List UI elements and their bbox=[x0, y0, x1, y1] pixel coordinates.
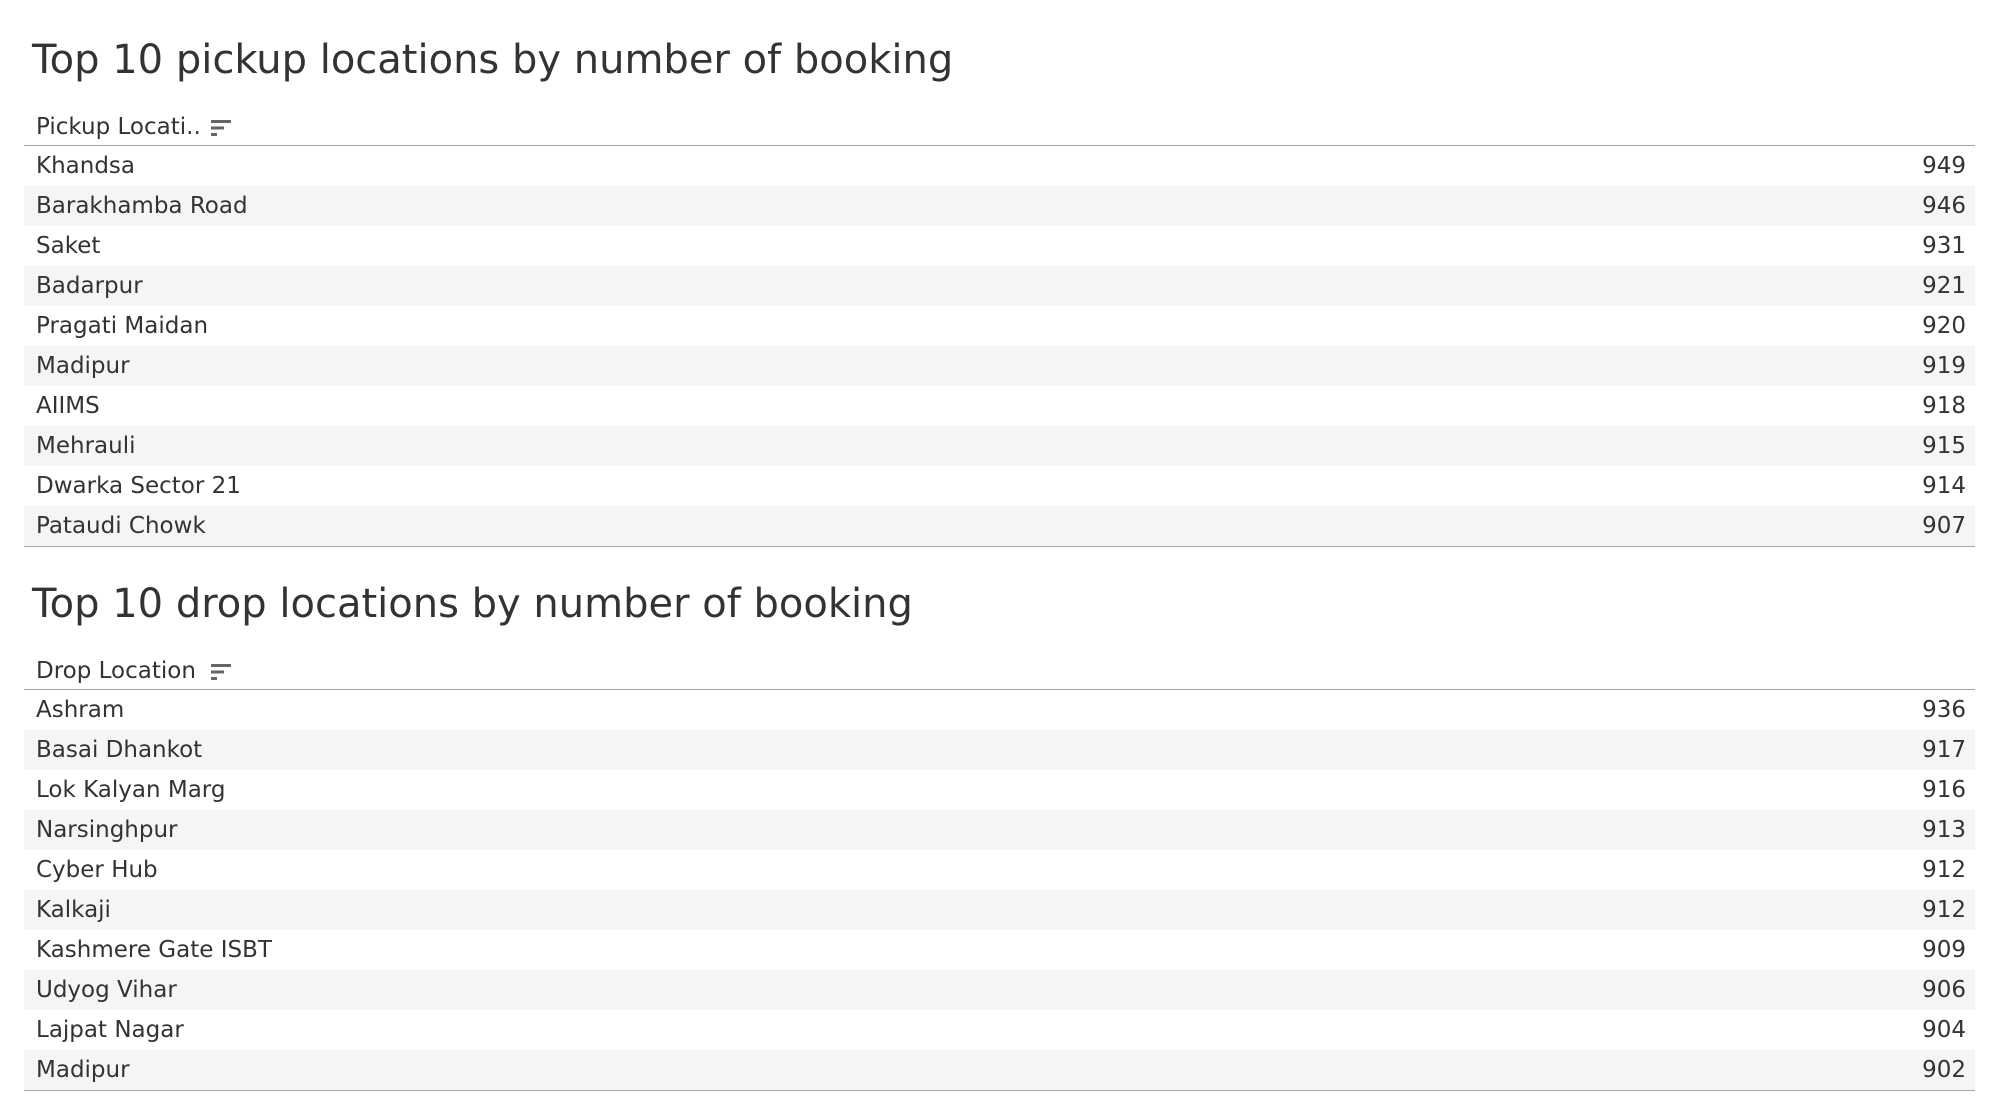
column-header: Drop Location bbox=[24, 654, 1975, 690]
row-booking-count: 904 bbox=[1922, 1017, 1966, 1043]
row-booking-count: 907 bbox=[1922, 513, 1966, 539]
table-row[interactable]: Badarpur 921 bbox=[24, 266, 1975, 306]
row-booking-count: 920 bbox=[1922, 313, 1966, 339]
row-location-label: Pataudi Chowk bbox=[36, 513, 206, 539]
table-row[interactable]: AIIMS 918 bbox=[24, 386, 1975, 426]
table-row[interactable]: Pragati Maidan 920 bbox=[24, 306, 1975, 346]
row-booking-count: 918 bbox=[1922, 393, 1966, 419]
table-body: Khandsa 949 Barakhamba Road 946 Saket 931 Bada… bbox=[24, 146, 1975, 547]
row-booking-count: 913 bbox=[1922, 817, 1966, 843]
row-booking-count: 914 bbox=[1922, 473, 1966, 499]
panel-title: Top 10 pickup locations by number of boo… bbox=[32, 37, 954, 83]
row-location-label: Lok Kalyan Marg bbox=[36, 777, 226, 803]
table-row[interactable]: Madipur 919 bbox=[24, 346, 1975, 386]
table-row[interactable]: Lok Kalyan Marg 916 bbox=[24, 770, 1975, 810]
table-row[interactable]: Lajpat Nagar 904 bbox=[24, 1010, 1975, 1050]
row-location-label: Madipur bbox=[36, 1057, 130, 1083]
row-booking-count: 931 bbox=[1922, 233, 1966, 259]
row-booking-count: 949 bbox=[1922, 153, 1966, 179]
row-booking-count: 902 bbox=[1922, 1057, 1966, 1083]
row-location-label: Pragati Maidan bbox=[36, 313, 209, 339]
row-location-label: Saket bbox=[36, 233, 101, 259]
row-location-label: Cyber Hub bbox=[36, 857, 158, 883]
row-booking-count: 916 bbox=[1922, 777, 1966, 803]
row-booking-count: 921 bbox=[1922, 273, 1966, 299]
row-location-label: Barakhamba Road bbox=[36, 193, 248, 219]
table-row[interactable]: Pataudi Chowk 907 bbox=[24, 506, 1975, 546]
table-body: Ashram 936 Basai Dhankot 917 Lok Kalyan Marg… bbox=[24, 690, 1975, 1091]
table-row[interactable]: Barakhamba Road 946 bbox=[24, 186, 1975, 226]
row-booking-count: 919 bbox=[1922, 353, 1966, 379]
row-booking-count: 936 bbox=[1922, 697, 1966, 723]
row-booking-count: 912 bbox=[1922, 897, 1966, 923]
row-location-label: Ashram bbox=[36, 697, 125, 723]
row-location-label: Badarpur bbox=[36, 273, 143, 299]
row-booking-count: 946 bbox=[1922, 193, 1966, 219]
row-booking-count: 906 bbox=[1922, 977, 1966, 1003]
row-location-label: AIIMS bbox=[36, 393, 100, 419]
row-booking-count: 917 bbox=[1922, 737, 1966, 763]
column-header: Pickup Locati.. bbox=[24, 110, 1975, 146]
sort-descending-icon[interactable] bbox=[209, 661, 233, 683]
row-location-label: Dwarka Sector 21 bbox=[36, 473, 241, 499]
row-location-label: Udyog Vihar bbox=[36, 977, 177, 1003]
row-location-label: Madipur bbox=[36, 353, 130, 379]
table-row[interactable]: Ashram 936 bbox=[24, 690, 1975, 730]
row-location-label: Kalkaji bbox=[36, 897, 111, 923]
row-location-label: Kashmere Gate ISBT bbox=[36, 937, 272, 963]
row-location-label: Lajpat Nagar bbox=[36, 1017, 184, 1043]
table-row[interactable]: Khandsa 949 bbox=[24, 146, 1975, 186]
sort-descending-icon[interactable] bbox=[209, 117, 233, 139]
row-booking-count: 912 bbox=[1922, 857, 1966, 883]
row-location-label: Basai Dhankot bbox=[36, 737, 203, 763]
table-row[interactable]: Dwarka Sector 21 914 bbox=[24, 466, 1975, 506]
table-row[interactable]: Kashmere Gate ISBT 909 bbox=[24, 930, 1975, 970]
table-row[interactable]: Kalkaji 912 bbox=[24, 890, 1975, 930]
row-booking-count: 915 bbox=[1922, 433, 1966, 459]
table-row[interactable]: Narsinghpur 913 bbox=[24, 810, 1975, 850]
column-header-label: Pickup Locati.. bbox=[36, 114, 201, 140]
row-location-label: Narsinghpur bbox=[36, 817, 178, 843]
panel-title: Top 10 drop locations by number of booki… bbox=[32, 581, 913, 627]
row-location-label: Khandsa bbox=[36, 153, 136, 179]
table-row[interactable]: Cyber Hub 912 bbox=[24, 850, 1975, 890]
row-booking-count: 909 bbox=[1922, 937, 1966, 963]
column-header-label: Drop Location bbox=[36, 658, 196, 684]
table-row[interactable]: Madipur 902 bbox=[24, 1050, 1975, 1090]
table-row[interactable]: Basai Dhankot 917 bbox=[24, 730, 1975, 770]
table-row[interactable]: Saket 931 bbox=[24, 226, 1975, 266]
table-row[interactable]: Mehrauli 915 bbox=[24, 426, 1975, 466]
row-location-label: Mehrauli bbox=[36, 433, 136, 459]
table-row[interactable]: Udyog Vihar 906 bbox=[24, 970, 1975, 1010]
